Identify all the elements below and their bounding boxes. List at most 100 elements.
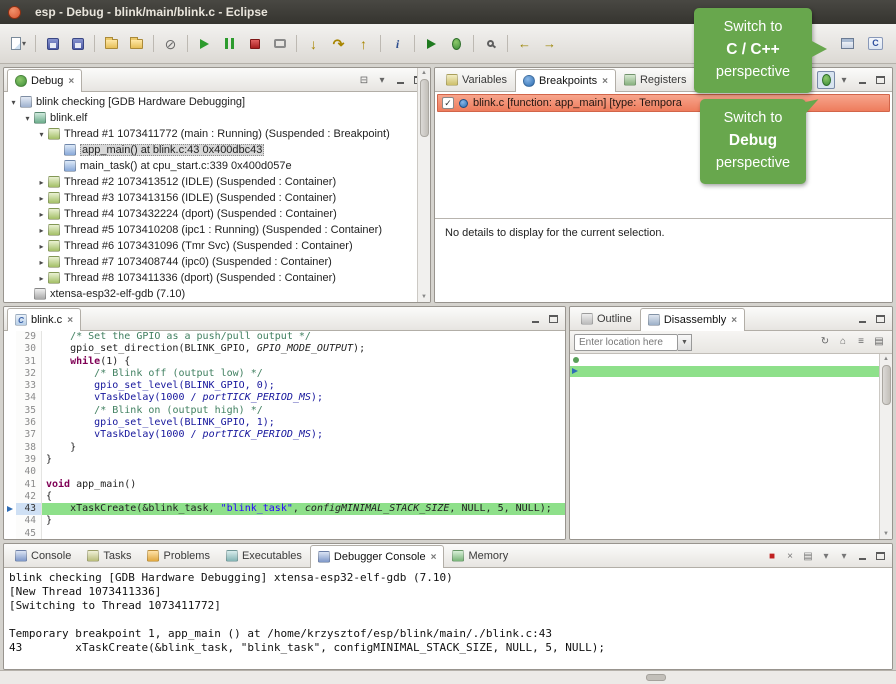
maximize-button[interactable] (544, 310, 562, 328)
gutter-marker[interactable] (4, 503, 16, 515)
close-icon[interactable]: × (602, 76, 608, 87)
gutter-marker[interactable] (4, 356, 16, 368)
toolbar-separator[interactable] (376, 32, 385, 55)
toolbar-separator[interactable] (90, 32, 99, 55)
disassembly-listing[interactable]: 43 xTaskCreate(&blink_task, "blink_tas 4… (570, 354, 892, 539)
tab-memory[interactable]: Memory (444, 544, 516, 567)
gutter-marker[interactable] (4, 343, 16, 355)
tree-item[interactable]: ▾ Thread #1 1073411772 (main : Running) … (4, 126, 430, 142)
code-line[interactable]: 44 } (4, 515, 565, 527)
tree-item[interactable]: ▾ blink checking [GDB Hardware Debugging… (4, 94, 430, 110)
disassembly-line[interactable]: 400dbc51:movia12, 0x300 (570, 424, 892, 436)
instruction-stepping-button[interactable]: i (385, 32, 410, 55)
disassembly-line[interactable]: 400dbc5f:extuia6, a0, 23, 13 (570, 483, 892, 495)
terminate-console-button[interactable]: ■ (763, 547, 781, 565)
expander-icon[interactable]: ▾ (36, 130, 47, 139)
tree-item[interactable]: ▸ Thread #6 1073431096 (Tmr Svc) (Suspen… (4, 238, 430, 254)
code-line[interactable]: 31 while(1) { (4, 356, 565, 368)
toolbar-separator[interactable] (410, 32, 419, 55)
save-button[interactable] (40, 32, 65, 55)
code-line[interactable]: 45 (4, 528, 565, 539)
resume-button[interactable] (192, 32, 217, 55)
tab-tasks[interactable]: Tasks (79, 544, 139, 567)
view-menu-button[interactable]: ▾ (835, 71, 853, 89)
forward-button[interactable]: → (537, 32, 562, 55)
expander-icon[interactable]: ▸ (36, 274, 47, 283)
terminate-button[interactable] (242, 32, 267, 55)
tree-item[interactable]: ▸ Thread #3 1073413156 (IDLE) (Suspended… (4, 190, 430, 206)
close-icon[interactable]: × (431, 552, 437, 563)
disassembly-line[interactable]: 400dbc5d:retw.n (570, 471, 892, 483)
location-input[interactable] (574, 334, 678, 351)
tab-executables[interactable]: Executables (218, 544, 310, 567)
location-dropdown-button[interactable]: ▼ (678, 334, 692, 351)
gutter-marker[interactable] (4, 417, 16, 429)
tab-registers[interactable]: Registers (616, 68, 694, 91)
scroll-up-icon[interactable]: ▲ (883, 355, 889, 363)
code-line[interactable]: 40 (4, 466, 565, 478)
scroll-down-icon[interactable]: ▼ (421, 293, 427, 301)
breakpoint-row[interactable]: ✓ blink.c [function: app_main] [type: Te… (437, 94, 890, 112)
gutter-marker[interactable] (4, 405, 16, 417)
minimize-button[interactable] (526, 310, 544, 328)
disassembly-line[interactable]: 400dbc54:l32ra11, 0x400d0460 <_stext+109… (570, 436, 892, 448)
tree-item[interactable]: ▾ blink.elf (4, 110, 430, 126)
step-over-button[interactable]: ↷ (326, 32, 351, 55)
maximize-button[interactable] (871, 71, 889, 89)
expander-icon[interactable]: ▾ (22, 114, 33, 123)
toolbar-separator[interactable] (31, 32, 40, 55)
disassembly-line[interactable]: 43 xTaskCreate(&blink_task, "blink_tas (570, 354, 892, 366)
expander-icon[interactable]: ▸ (36, 242, 47, 251)
disconnect-button[interactable] (267, 32, 292, 55)
disassembly-line[interactable]: 400dbc43:l32ra8, 0x400d00f8 <_stext+224> (570, 366, 892, 378)
collapse-all-button[interactable]: ⊟ (355, 71, 373, 89)
expander-icon[interactable]: ▾ (8, 98, 19, 107)
gutter-marker[interactable] (4, 454, 16, 466)
show-source-button[interactable]: ▤ (870, 332, 888, 350)
sash-handle[interactable] (646, 674, 666, 681)
code-line[interactable]: 36 gpio_set_level(BLINK_GPIO, 1); (4, 417, 565, 429)
new-folder-button[interactable] (99, 32, 124, 55)
tree-item[interactable]: app_main() at blink.c:43 0x400dbc43 (4, 142, 430, 158)
new-button[interactable]: ▾ (6, 32, 31, 55)
scroll-up-icon[interactable]: ▲ (421, 69, 427, 77)
gutter-marker[interactable] (4, 515, 16, 527)
tree-item[interactable]: ▸ Thread #7 1073408744 (ipc0) (Suspended… (4, 254, 430, 270)
code-line[interactable]: 35 /* Blink on (output high) */ (4, 405, 565, 417)
disassembly-line[interactable]: 400dbc4f:mov.na13, a15 (570, 412, 892, 424)
tab-debugger-console[interactable]: Debugger Console × (310, 545, 445, 568)
debug-perspective-button[interactable] (817, 71, 835, 89)
gutter-marker[interactable] (4, 466, 16, 478)
view-menu-button[interactable]: ▾ (835, 547, 853, 565)
debug-tree-scrollbar[interactable]: ▲ ▼ (417, 68, 430, 302)
code-line[interactable]: 32 /* Blink off (output low) */ (4, 368, 565, 380)
code-line[interactable]: 34 vTaskDelay(1000 / portTICK_PERIOD_MS)… (4, 392, 565, 404)
tree-item[interactable]: ▸ Thread #5 1073410208 (ipc1 : Running) … (4, 222, 430, 238)
tree-item[interactable]: ▸ Thread #2 1073413512 (IDLE) (Suspended… (4, 174, 430, 190)
tab-problems[interactable]: Problems (139, 544, 217, 567)
maximize-button[interactable] (871, 547, 889, 565)
gutter-marker[interactable] (4, 331, 16, 343)
code-line[interactable]: 42 { (4, 491, 565, 503)
view-menu-button[interactable]: ▾ (373, 71, 391, 89)
gutter-marker[interactable] (4, 429, 16, 441)
code-line[interactable]: 39 } (4, 454, 565, 466)
tab-debug[interactable]: Debug × (7, 69, 82, 92)
debug-button[interactable] (444, 32, 469, 55)
close-icon[interactable]: × (731, 315, 737, 326)
expander-icon[interactable]: ▸ (36, 178, 47, 187)
step-return-button[interactable]: ↑ (351, 32, 376, 55)
tab-disassembly[interactable]: Disassembly × (640, 308, 745, 331)
gutter-marker[interactable] (4, 528, 16, 539)
minimize-button[interactable] (853, 547, 871, 565)
disassembly-line[interactable]: 400dbc4c:movia14, 5 (570, 401, 892, 413)
disassembly-scrollbar[interactable]: ▲ ▼ (879, 354, 892, 539)
toolbar-separator[interactable] (469, 32, 478, 55)
suspend-button[interactable] (217, 32, 242, 55)
tab-console[interactable]: Console (7, 544, 79, 567)
minimize-button[interactable] (853, 310, 871, 328)
remove-launch-button[interactable]: × (781, 547, 799, 565)
disassembly-line[interactable]: 400dbc67:blta1, a8, 0x400dbc81 <__adddf3… (570, 518, 892, 530)
disassembly-line[interactable]: 400dbc65:lsif7, a1, 128 (570, 506, 892, 518)
window-close-button[interactable] (8, 6, 21, 19)
